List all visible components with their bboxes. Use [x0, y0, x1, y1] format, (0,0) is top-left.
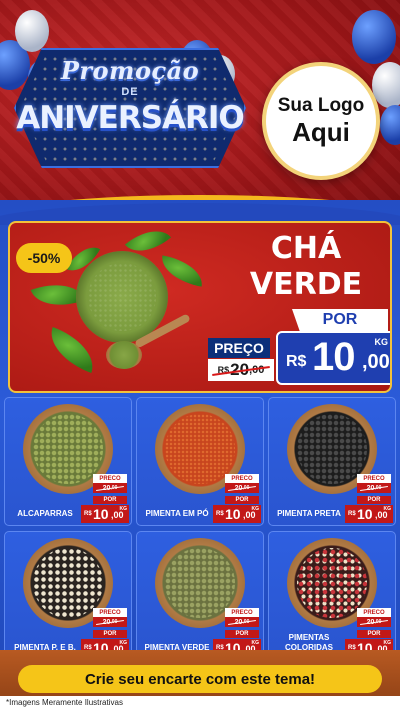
- new-price: R$ 10 ,00 KG: [345, 505, 393, 523]
- spoon-image: [106, 341, 142, 369]
- old-price-currency: R$: [217, 365, 230, 375]
- balloon-icon: [352, 10, 396, 64]
- old-price-integer: 20: [234, 484, 243, 492]
- new-price: R$ 10 ,00 KG: [276, 331, 390, 385]
- product-card: PRECO 20,00 POR R$ 10 ,00 KG PIMENTA EM …: [136, 397, 264, 526]
- product-card: PRECO 20,00 POR R$ 10 ,00 KG PIMENTAS CO…: [268, 531, 396, 660]
- product-name: PIMENTA PRETA: [277, 509, 341, 518]
- product-name: PIMENTA EM PÓ: [145, 509, 209, 518]
- product-card: PRECO 20,00 POR R$ 10 ,00 KG ALCAPARRAS: [4, 397, 132, 526]
- currency: R$: [348, 511, 356, 517]
- product-name-line1: CHÁ: [270, 231, 342, 266]
- product-card: PRECO 20,00 POR R$ 10 ,00 KG PIMENTA PRE…: [268, 397, 396, 526]
- old-price-decimal: ,00: [242, 619, 250, 625]
- por-label: POR: [357, 496, 391, 504]
- por-label: POR: [93, 496, 127, 504]
- old-price: R$ 20 ,00: [208, 359, 274, 381]
- new-price: R$ 10 ,00 KG: [81, 505, 129, 523]
- promo-title-connector: DE: [121, 86, 139, 98]
- preco-label: PRECO: [357, 608, 391, 617]
- price-integer: 10: [93, 506, 109, 522]
- old-price-decimal: ,00: [110, 619, 118, 625]
- promo-subtitle: ANIVERSÁRIO: [16, 100, 245, 136]
- por-label: POR: [225, 496, 259, 504]
- logo-text-line1: Sua Logo: [277, 94, 365, 116]
- product-card: PRECO 20,00 POR R$ 10 ,00 KG PIMENTA P. …: [4, 531, 132, 660]
- preco-label: PRECO: [93, 608, 127, 617]
- preco-label: PRECO: [225, 608, 259, 617]
- old-price: 20,00: [357, 483, 391, 493]
- discount-badge: -50%: [16, 243, 72, 273]
- preco-label: PRECO: [357, 474, 391, 483]
- por-label: POR: [225, 630, 259, 638]
- old-price-integer: 20: [366, 484, 375, 492]
- por-label: POR: [292, 309, 388, 331]
- balloon-icon: [15, 10, 49, 52]
- featured-product-name: CHÁ VERDE: [222, 231, 390, 303]
- currency: R$: [84, 511, 92, 517]
- por-label: POR: [93, 630, 127, 638]
- logo-text-line2: Aqui: [292, 116, 350, 147]
- old-price-decimal: ,00: [374, 485, 382, 491]
- header-banner: Promoção DE ANIVERSÁRIO Sua Logo Aqui: [0, 0, 400, 215]
- disclaimer-text: *Imagens Meramente Ilustrativas: [6, 698, 123, 707]
- por-label: POR: [357, 630, 391, 638]
- logo-placeholder: Sua Logo Aqui: [262, 62, 380, 180]
- price-integer: 10: [225, 506, 241, 522]
- new-price-currency: R$: [286, 353, 307, 370]
- preco-label: PREÇO: [208, 338, 270, 358]
- price-unit: KG: [251, 506, 260, 512]
- old-price: 20,00: [93, 483, 127, 493]
- preco-label: PRECO: [225, 474, 259, 483]
- old-price: 20,00: [357, 617, 391, 627]
- old-price-integer: 20: [230, 360, 250, 379]
- new-price: R$ 10 ,00 KG: [213, 505, 261, 523]
- price-integer: 10: [357, 506, 373, 522]
- old-price-decimal: ,00: [242, 485, 250, 491]
- product-name-line2: VERDE: [249, 267, 363, 302]
- cta-banner[interactable]: Crie seu encarte com este tema!: [18, 665, 382, 693]
- new-price-decimal: ,00: [362, 351, 390, 373]
- old-price: 20,00: [93, 617, 127, 627]
- price-unit: KG: [119, 506, 128, 512]
- price-unit: KG: [383, 640, 392, 646]
- old-price: 20,00: [225, 483, 259, 493]
- product-grid: PRECO 20,00 POR R$ 10 ,00 KG ALCAPARRAS …: [4, 397, 396, 661]
- old-price-integer: 20: [234, 618, 243, 626]
- old-price-integer: 20: [366, 618, 375, 626]
- old-price-integer: 20: [102, 484, 111, 492]
- old-price-decimal: ,00: [374, 619, 382, 625]
- green-tea-bowl-image: [76, 251, 168, 343]
- old-price-integer: 20: [102, 618, 111, 626]
- old-price-decimal: ,00: [249, 364, 265, 376]
- promo-title: Promoção: [60, 56, 200, 85]
- new-price-integer: 10: [312, 335, 355, 379]
- price-unit: KG: [119, 640, 128, 646]
- price-unit: KG: [383, 506, 392, 512]
- preco-label: PRECO: [93, 474, 127, 483]
- product-name: ALCAPARRAS: [17, 509, 73, 518]
- old-price: 20,00: [225, 617, 259, 627]
- price-unit: KG: [374, 337, 389, 347]
- tea-leaf-icon: [42, 327, 102, 373]
- product-card: PRECO 20,00 POR R$ 10 ,00 KG PIMENTA VER…: [136, 531, 264, 660]
- old-price-decimal: ,00: [110, 485, 118, 491]
- featured-product-card: -50% CHÁ VERDE POR PREÇO R$ 20 ,00 R$ 10…: [8, 221, 392, 393]
- flyer-page: Promoção DE ANIVERSÁRIO Sua Logo Aqui -5…: [0, 0, 400, 711]
- price-unit: KG: [251, 640, 260, 646]
- currency: R$: [216, 511, 224, 517]
